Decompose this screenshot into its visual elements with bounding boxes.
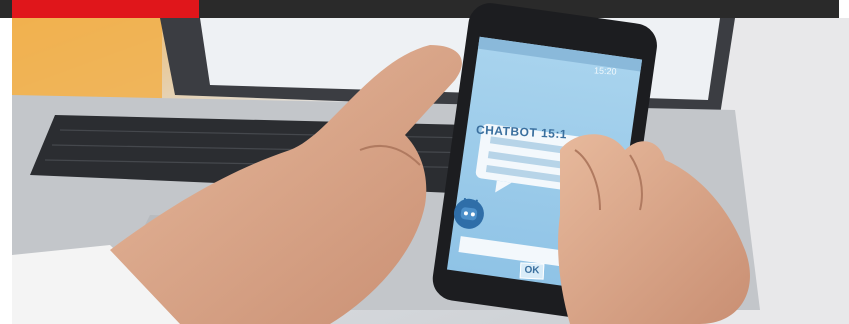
hero-photo: 15:20 CHATBOT 15:1 OK <box>0 0 849 324</box>
phone-status-time: 15:20 <box>593 65 617 77</box>
ok-button: OK <box>519 262 545 280</box>
photo-scene <box>12 3 849 324</box>
